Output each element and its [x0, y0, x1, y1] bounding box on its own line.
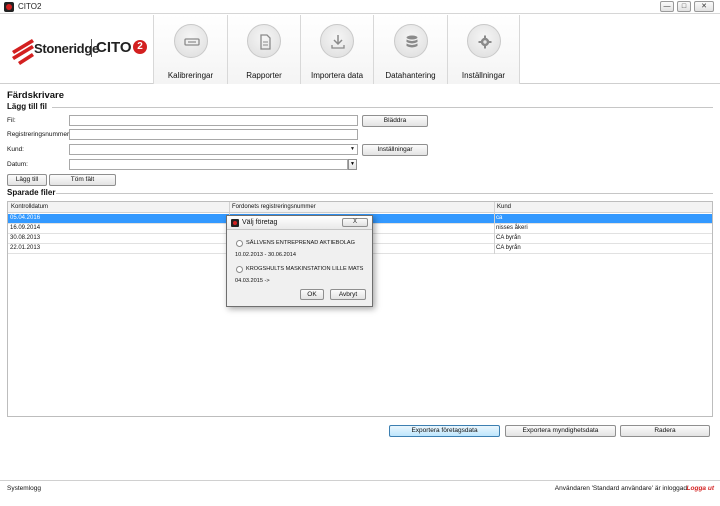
- nav-importera-data[interactable]: Importera data: [300, 15, 373, 84]
- product-name: CITO: [96, 39, 132, 56]
- date-input[interactable]: [69, 159, 348, 170]
- company-radio-2[interactable]: [236, 266, 243, 273]
- table-header: Kontrolldatum Fordonets registreringsnum…: [8, 202, 712, 213]
- app-header: Stoneridge CITO 2 Kalibreringar Rapporte…: [0, 15, 720, 84]
- cell-customer: CA byrån: [496, 235, 521, 241]
- nav-datahantering[interactable]: Datahantering: [373, 15, 447, 84]
- system-log-link[interactable]: Systemlogg: [7, 485, 41, 492]
- select-company-dialog: Välj företag X SÄLLVENS ENTREPRENAD AKTI…: [226, 215, 373, 307]
- logged-in-user-text: Användaren 'Standard användare' är inlog…: [554, 485, 687, 492]
- file-input[interactable]: [69, 115, 358, 126]
- nav-label: Importera data: [310, 71, 364, 80]
- file-label: Fil:: [7, 117, 16, 124]
- logo: Stoneridge CITO 2: [0, 15, 153, 84]
- chevron-down-icon[interactable]: ▼: [348, 145, 357, 154]
- cell-date: 30.08.2013: [10, 235, 41, 241]
- date-dropdown-icon[interactable]: ▼: [348, 159, 357, 170]
- column-header-kund[interactable]: Kund: [497, 204, 511, 210]
- calibration-icon: [173, 24, 208, 58]
- cell-customer: ca: [496, 215, 503, 221]
- section-divider: [52, 107, 713, 108]
- stoneridge-logo-icon: [12, 39, 34, 65]
- logo-divider: [91, 39, 92, 57]
- cell-customer: nisses åkeri: [496, 225, 528, 231]
- cell-date: 05.04.2016: [10, 215, 41, 221]
- clear-fields-button[interactable]: Töm fält: [49, 174, 116, 186]
- close-window-button[interactable]: ✕: [694, 1, 714, 12]
- date-label: Datum:: [7, 161, 28, 168]
- section-divider: [56, 193, 713, 194]
- delete-button[interactable]: Radera: [620, 425, 710, 437]
- nav-rapporter[interactable]: Rapporter: [227, 15, 300, 84]
- brand-name: Stoneridge: [34, 41, 99, 56]
- gear-icon: [466, 24, 501, 58]
- company-period-2: 04.03.2015 ->: [235, 278, 270, 284]
- column-header-kontrolldatum[interactable]: Kontrolldatum: [11, 204, 48, 210]
- cancel-button[interactable]: Avbryt: [330, 289, 366, 300]
- company-name-1[interactable]: SÄLLVENS ENTREPRENAD AKTIEBOLAG: [246, 240, 355, 246]
- cell-date: 22.01.2013: [10, 245, 41, 251]
- nav-kalibreringar[interactable]: Kalibreringar: [153, 15, 227, 84]
- maximize-button[interactable]: □: [677, 1, 691, 12]
- regnr-label: Registreringsnummer:: [7, 131, 71, 138]
- logout-link[interactable]: Logga ut: [687, 485, 714, 492]
- add-button[interactable]: Lägg till: [7, 174, 47, 186]
- column-grid-line: [494, 213, 495, 254]
- customer-combobox[interactable]: ▼: [69, 144, 358, 155]
- dialog-title: Välj företag: [242, 219, 278, 226]
- window-title: CITO2: [18, 2, 42, 11]
- nav-label: Inställningar: [461, 71, 506, 80]
- database-icon: [393, 24, 428, 58]
- settings-button[interactable]: Inställningar: [362, 144, 428, 156]
- column-separator: [494, 202, 495, 213]
- page-title: Färdskrivare: [7, 90, 65, 101]
- nav-label: Rapporter: [246, 71, 282, 80]
- nav-installningar[interactable]: Inställningar: [447, 15, 520, 84]
- customer-label: Kund:: [7, 146, 24, 153]
- close-icon[interactable]: X: [342, 218, 368, 227]
- dialog-titlebar: Välj företag X: [227, 216, 372, 230]
- cell-customer: CA byrån: [496, 245, 521, 251]
- company-period-1: 10.02.2013 - 30.06.2014: [235, 252, 296, 258]
- regnr-input[interactable]: [69, 129, 358, 140]
- app-icon: [231, 219, 239, 227]
- download-icon: [320, 24, 354, 58]
- cell-date: 16.09.2014: [10, 225, 41, 231]
- export-company-data-button[interactable]: Exportera företagsdata: [389, 425, 500, 437]
- company-radio-1[interactable]: [236, 240, 243, 247]
- browse-button[interactable]: Bläddra: [362, 115, 428, 127]
- window-titlebar: CITO2 — □ ✕: [0, 0, 720, 14]
- nav-label: Datahantering: [385, 71, 436, 80]
- product-badge: 2: [133, 40, 147, 54]
- company-name-2[interactable]: KROGSHULTS MASKINSTATION LILLE MATS: [246, 266, 363, 272]
- minimize-button[interactable]: —: [660, 1, 674, 12]
- status-divider: [0, 480, 720, 481]
- column-header-regnr[interactable]: Fordonets registreringsnummer: [232, 204, 316, 210]
- nav-label: Kalibreringar: [167, 71, 214, 80]
- export-authority-data-button[interactable]: Exportera myndighetsdata: [505, 425, 616, 437]
- document-icon: [247, 24, 281, 58]
- saved-files-heading: Sparade filer: [7, 188, 56, 197]
- column-separator: [229, 202, 230, 213]
- add-file-heading: Lägg till fil: [7, 102, 47, 111]
- app-icon: [4, 2, 14, 12]
- ok-button[interactable]: OK: [300, 289, 324, 300]
